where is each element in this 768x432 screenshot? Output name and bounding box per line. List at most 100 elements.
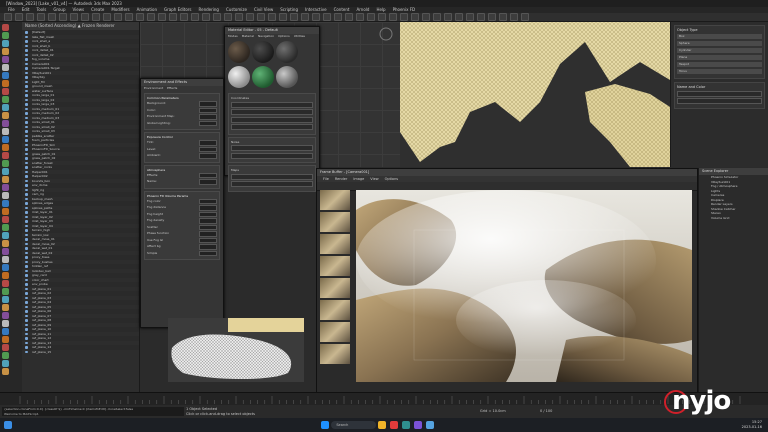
- visibility-icon[interactable]: [25, 184, 28, 187]
- env-param-field[interactable]: [199, 146, 217, 152]
- env-param-field[interactable]: [199, 205, 217, 211]
- material-rollout[interactable]: Maps: [228, 165, 316, 192]
- env-param-field[interactable]: [199, 101, 217, 107]
- visibility-icon[interactable]: [25, 125, 28, 128]
- visibility-icon[interactable]: [25, 301, 28, 304]
- tool-icon[interactable]: [2, 80, 9, 87]
- env-param-row[interactable]: Environment Map:: [147, 114, 217, 120]
- visibility-icon[interactable]: [25, 166, 28, 169]
- visibility-icon[interactable]: [25, 71, 28, 74]
- tool-icon[interactable]: [2, 192, 9, 199]
- visibility-icon[interactable]: [25, 112, 28, 115]
- visibility-icon[interactable]: [25, 283, 28, 286]
- create-button[interactable]: Cylinder: [677, 48, 762, 53]
- env-param-row[interactable]: Background:: [147, 101, 217, 107]
- material-menu-item[interactable]: Material: [242, 34, 254, 39]
- history-thumb[interactable]: [320, 278, 350, 298]
- material-menu-item[interactable]: Modes: [228, 34, 238, 39]
- toolbar-button[interactable]: [521, 13, 529, 21]
- param-field[interactable]: [231, 181, 313, 187]
- toolbar-button[interactable]: [400, 13, 408, 21]
- visibility-icon[interactable]: [25, 31, 28, 34]
- toolbar-button[interactable]: [477, 13, 485, 21]
- visibility-icon[interactable]: [25, 350, 28, 353]
- visibility-icon[interactable]: [25, 287, 28, 290]
- visibility-icon[interactable]: [25, 202, 28, 205]
- tool-icon[interactable]: [2, 264, 9, 271]
- toolbar-button[interactable]: [4, 13, 12, 21]
- visibility-icon[interactable]: [25, 211, 28, 214]
- tool-icon[interactable]: [2, 272, 9, 279]
- toolbar-button[interactable]: [191, 13, 199, 21]
- env-param-row[interactable]: Fog color: [147, 198, 217, 204]
- weather-icon[interactable]: [4, 421, 12, 429]
- toolbar-button[interactable]: [136, 13, 144, 21]
- create-button[interactable]: Box: [677, 34, 762, 39]
- tool-icon[interactable]: [2, 280, 9, 287]
- param-field[interactable]: [231, 116, 313, 123]
- toolbar-button[interactable]: [510, 13, 518, 21]
- visibility-icon[interactable]: [25, 296, 28, 299]
- env-rollout[interactable]: Common Parameters Background: Color: Enviro…: [144, 93, 220, 130]
- env-param-row[interactable]: Affect bg: [147, 244, 217, 250]
- env-param-field[interactable]: [199, 244, 217, 250]
- visibility-icon[interactable]: [25, 319, 28, 322]
- tool-icon[interactable]: [2, 216, 9, 223]
- toolbar-button[interactable]: [455, 13, 463, 21]
- tool-icon[interactable]: [2, 96, 9, 103]
- sample-slot-1[interactable]: [228, 41, 250, 63]
- visibility-icon[interactable]: [25, 215, 28, 218]
- tool-icon[interactable]: [2, 312, 9, 319]
- toolbar-button[interactable]: [158, 13, 166, 21]
- visibility-icon[interactable]: [25, 292, 28, 295]
- toolbar-button[interactable]: [378, 13, 386, 21]
- visibility-icon[interactable]: [25, 130, 28, 133]
- visibility-icon[interactable]: [25, 148, 28, 151]
- visibility-icon[interactable]: [25, 332, 28, 335]
- visibility-icon[interactable]: [25, 67, 28, 70]
- visibility-icon[interactable]: [25, 89, 28, 92]
- tool-icon[interactable]: [2, 184, 9, 191]
- create-button[interactable]: Teapot: [677, 62, 762, 67]
- env-param-field[interactable]: [199, 179, 217, 185]
- tool-icon[interactable]: [2, 120, 9, 127]
- sample-slot-4[interactable]: [228, 66, 250, 88]
- toolbar-button[interactable]: [499, 13, 507, 21]
- visibility-icon[interactable]: [25, 134, 28, 137]
- visibility-icon[interactable]: [25, 35, 28, 38]
- env-param-row[interactable]: Simple: [147, 250, 217, 256]
- toolbar-button[interactable]: [389, 13, 397, 21]
- visibility-icon[interactable]: [25, 193, 28, 196]
- visibility-icon[interactable]: [25, 179, 28, 182]
- frame-buffer-menu-item[interactable]: Image: [353, 176, 364, 182]
- tool-icon[interactable]: [2, 336, 9, 343]
- taskbar-search[interactable]: Search: [331, 421, 377, 429]
- toolbar-button[interactable]: [301, 13, 309, 21]
- visibility-icon[interactable]: [25, 85, 28, 88]
- env-param-row[interactable]: Use Fog GI: [147, 237, 217, 243]
- frame-buffer-menu-item[interactable]: Options: [385, 176, 399, 182]
- tool-icon[interactable]: [2, 64, 9, 71]
- visibility-icon[interactable]: [25, 143, 28, 146]
- tool-icon[interactable]: [2, 168, 9, 175]
- env-tab[interactable]: Environment: [144, 86, 163, 91]
- visibility-icon[interactable]: [25, 152, 28, 155]
- env-param-row[interactable]: Global Lighting:: [147, 120, 217, 126]
- visibility-icon[interactable]: [25, 116, 28, 119]
- tool-icon[interactable]: [2, 24, 9, 31]
- sample-slot-3[interactable]: [276, 41, 298, 63]
- param-field[interactable]: [231, 145, 313, 151]
- visibility-icon[interactable]: [25, 305, 28, 308]
- create-button[interactable]: Plane: [677, 55, 762, 60]
- toolbar-button[interactable]: [26, 13, 34, 21]
- toolbar-button[interactable]: [444, 13, 452, 21]
- toolbar-button[interactable]: [48, 13, 56, 21]
- param-field[interactable]: [231, 124, 313, 130]
- env-param-field[interactable]: [199, 211, 217, 217]
- material-menu-item[interactable]: Utilities: [294, 34, 305, 39]
- toolbar-button[interactable]: [334, 13, 342, 21]
- toolbar-button[interactable]: [411, 13, 419, 21]
- tool-icon[interactable]: [2, 88, 9, 95]
- visibility-icon[interactable]: [25, 103, 28, 106]
- visibility-icon[interactable]: [25, 157, 28, 160]
